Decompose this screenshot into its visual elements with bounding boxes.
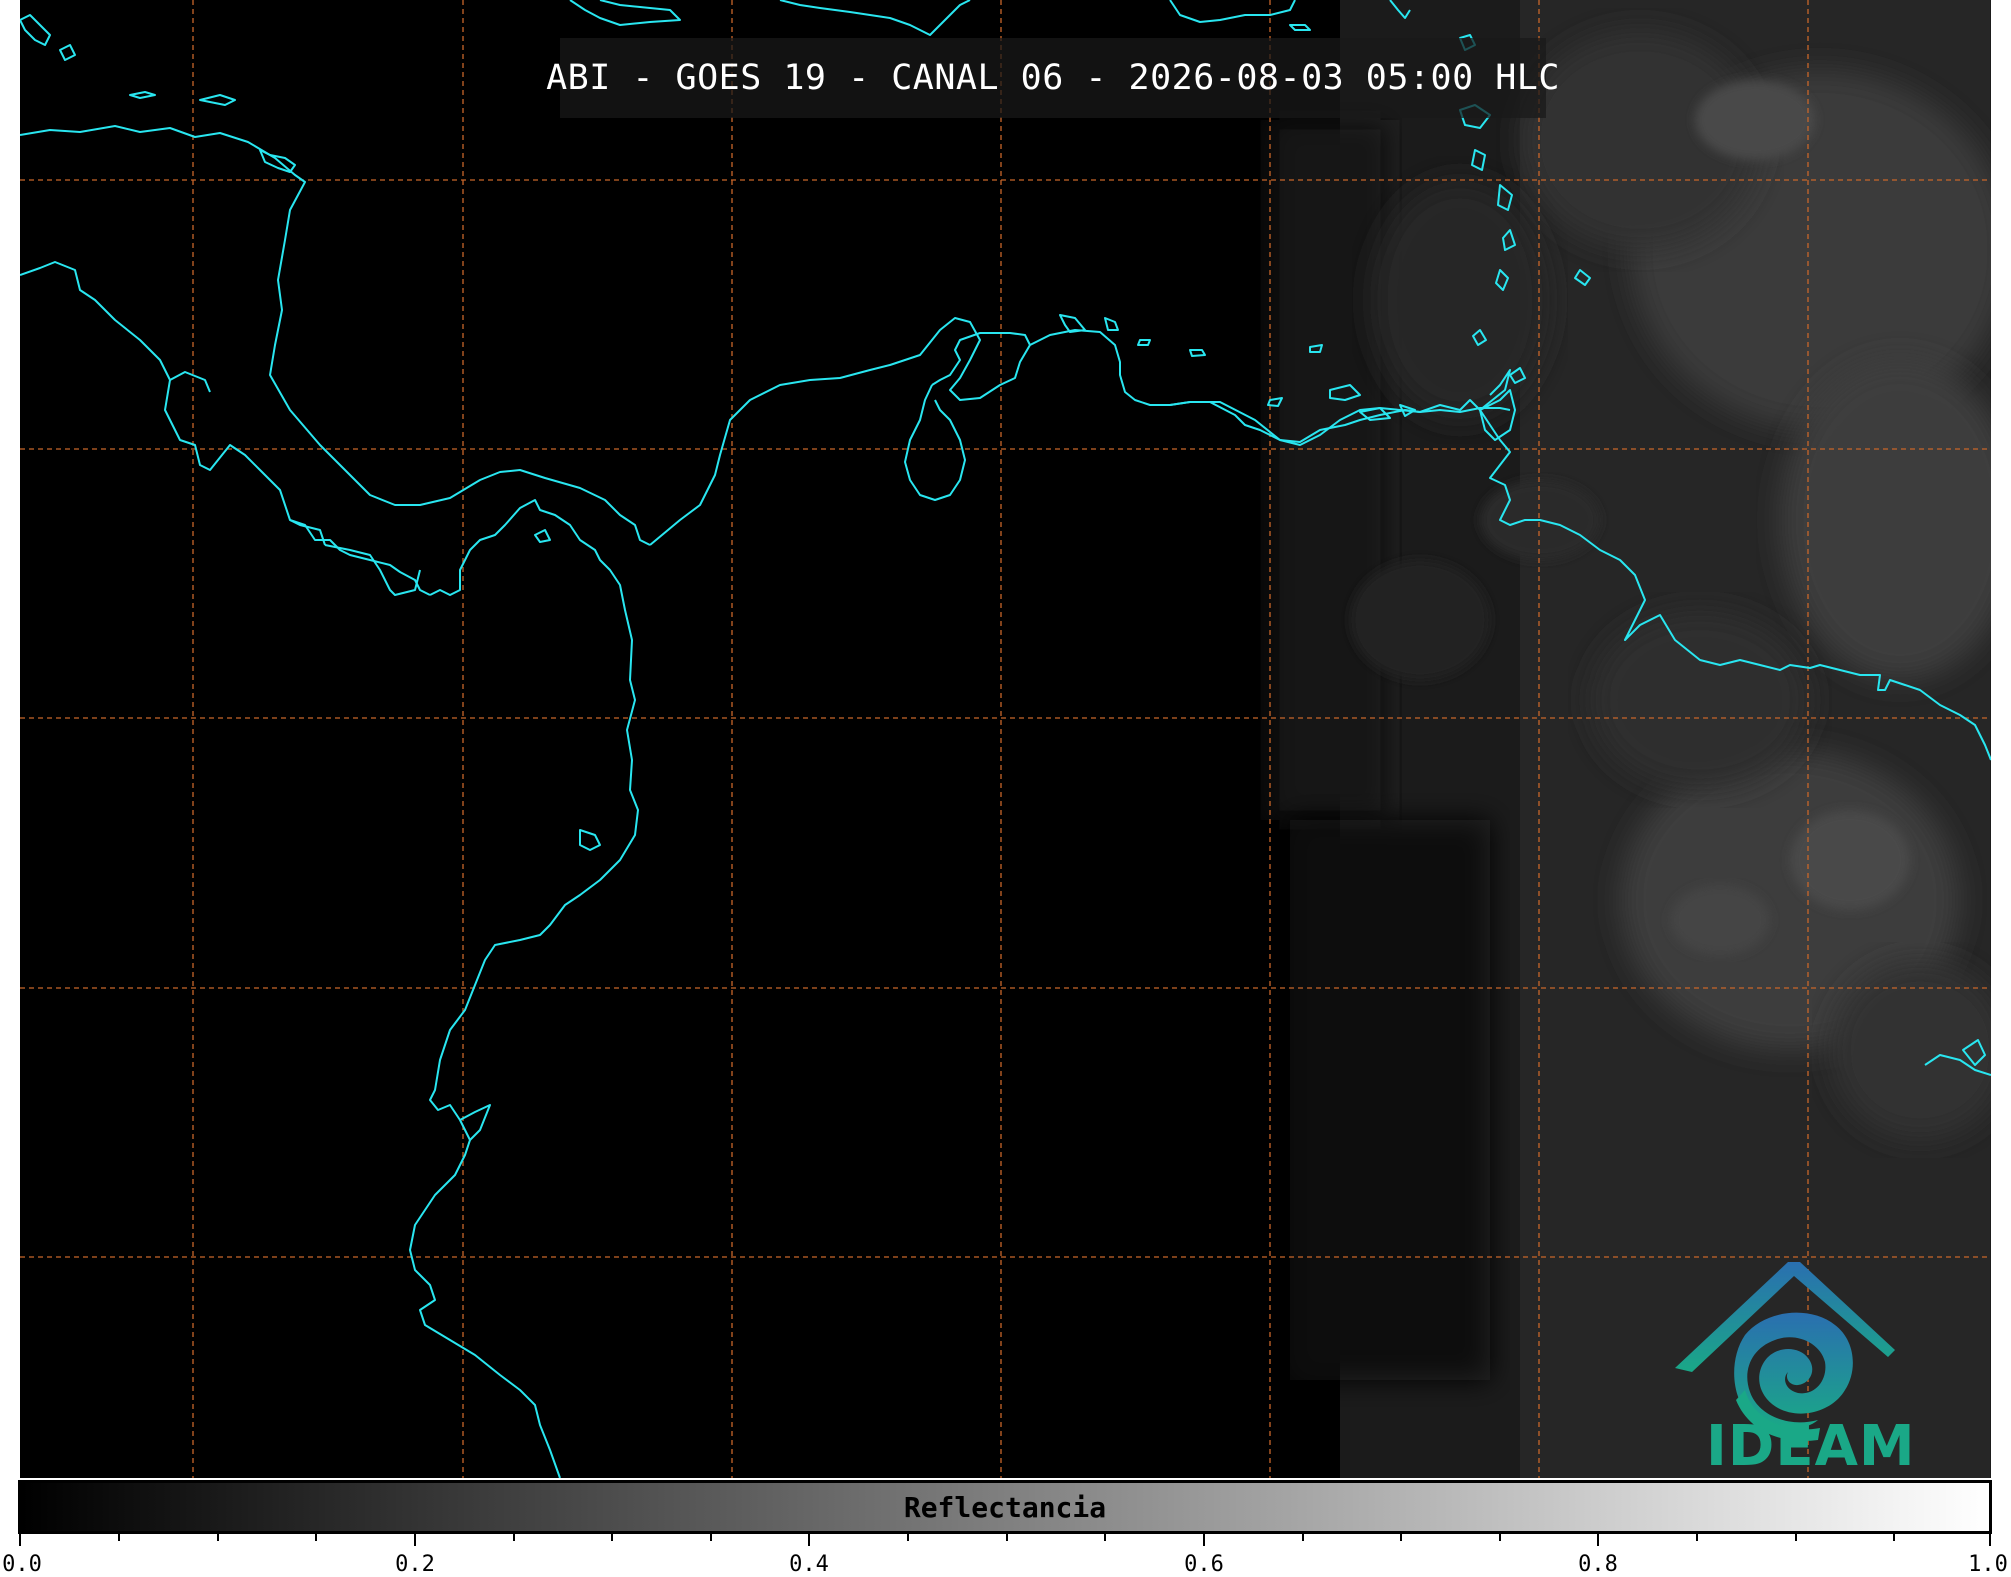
colorbar-tick-label: 0.8 [1578,1552,1618,1577]
colorbar-tick-label: 1.0 [1968,1552,2008,1577]
colorbar-tick-label: 0.4 [789,1552,829,1577]
colorbar-label: Reflectancia [903,1490,1107,1524]
colorbar-tick-label: 0.0 [2,1552,42,1577]
colorbar: Reflectancia [18,1480,1992,1534]
map-title: ABI - GOES 19 - CANAL 06 - 2026-08-03 05… [546,58,1560,98]
colorbar-tick-label: 0.6 [1184,1552,1224,1577]
title-box: ABI - GOES 19 - CANAL 06 - 2026-08-03 05… [546,38,1560,118]
satellite-map: ABI - GOES 19 - CANAL 06 - 2026-08-03 05… [20,0,1991,1478]
ideam-logo-text: IDEAM [1706,1414,1916,1478]
colorbar-axis [19,1534,1991,1546]
colorbar-tick-label: 0.2 [395,1552,435,1577]
